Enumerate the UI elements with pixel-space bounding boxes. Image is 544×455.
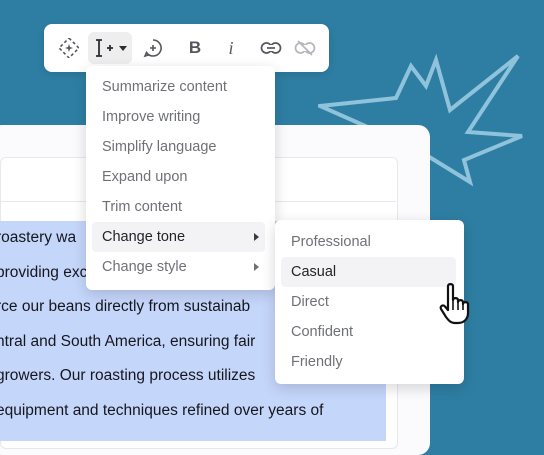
menu-item-simplify-language[interactable]: Simplify language xyxy=(92,132,265,162)
text-cursor-plus-icon xyxy=(95,39,113,57)
menu-item-summarize-content[interactable]: Summarize content xyxy=(92,72,265,102)
text-line: growers. Our roasting process utilizes xyxy=(0,367,256,384)
chevron-right-icon xyxy=(254,263,259,271)
menu-item-improve-writing[interactable]: Improve writing xyxy=(92,102,265,132)
unlink-icon xyxy=(294,40,316,56)
text-line: equipment and techniques refined over ye… xyxy=(0,402,324,419)
hand-pointer-cursor-icon xyxy=(439,283,470,325)
tone-item-casual[interactable]: Casual xyxy=(281,257,456,287)
formatting-toolbar: B i xyxy=(44,24,329,72)
bold-icon: B xyxy=(188,38,202,57)
text-line: providing exc xyxy=(0,264,88,281)
menu-item-trim-content[interactable]: Trim content xyxy=(92,192,265,222)
menu-item-change-tone[interactable]: Change tone xyxy=(92,222,265,252)
tone-item-confident[interactable]: Confident xyxy=(281,317,456,347)
tone-submenu: Professional Casual Direct Confident Fri… xyxy=(275,220,464,384)
tone-item-friendly[interactable]: Friendly xyxy=(281,347,456,377)
tone-item-direct[interactable]: Direct xyxy=(281,287,456,317)
text-line: rce our beans directly from sustainab xyxy=(0,298,251,315)
comment-plus-icon xyxy=(143,39,162,58)
italic-icon: i xyxy=(228,37,234,58)
text-line: ntral and South America, ensuring fair xyxy=(0,333,256,350)
menu-item-expand-upon[interactable]: Expand upon xyxy=(92,162,265,192)
link-icon xyxy=(260,42,282,54)
italic-button[interactable]: i xyxy=(216,32,246,64)
chevron-right-icon xyxy=(254,233,259,241)
comment-button[interactable] xyxy=(138,32,168,64)
insert-text-dropdown-button[interactable] xyxy=(88,32,132,64)
ai-actions-menu: Summarize content Improve writing Simpli… xyxy=(86,66,275,290)
chevron-down-icon xyxy=(118,46,127,51)
unlink-button[interactable] xyxy=(290,32,320,64)
tone-item-professional[interactable]: Professional xyxy=(281,227,456,257)
ai-sparkle-icon xyxy=(59,38,79,58)
link-button[interactable] xyxy=(256,32,286,64)
menu-item-change-style[interactable]: Change style xyxy=(92,252,265,282)
ai-sparkle-button[interactable] xyxy=(54,32,84,64)
text-line: roastery wa xyxy=(0,229,77,246)
bold-button[interactable]: B xyxy=(180,32,210,64)
